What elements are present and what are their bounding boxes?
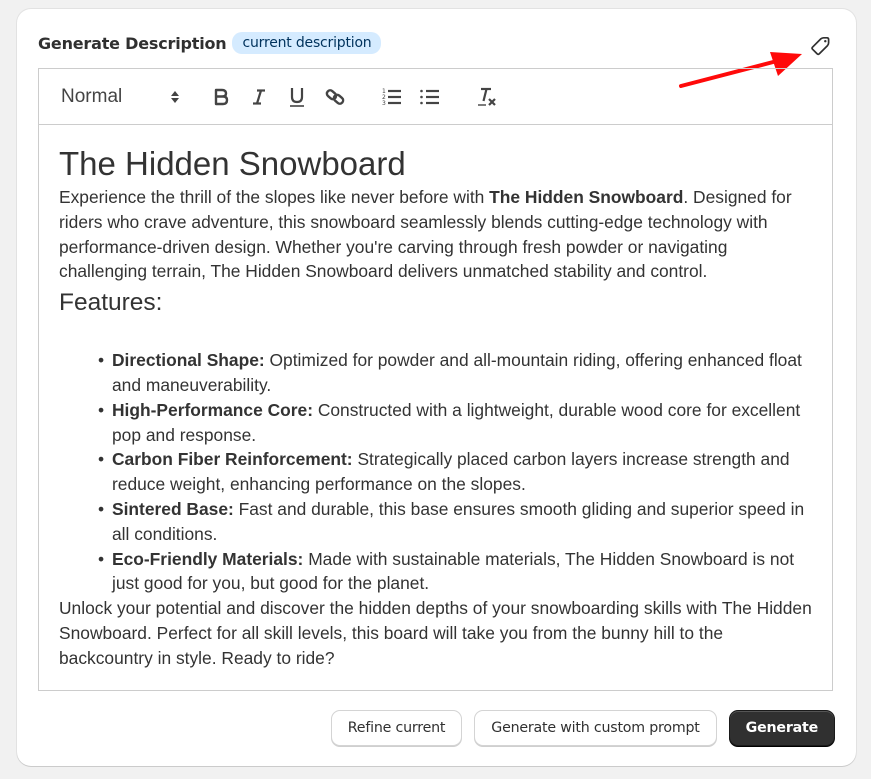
ordered-list-button[interactable]: 1 2 3 [380, 69, 404, 124]
underline-icon [290, 87, 304, 107]
editor-toolbar: Normal 1 2 3 [39, 69, 832, 125]
features-list: • Directional Shape: Optimized for powder… [59, 348, 812, 596]
format-select-value: Normal [61, 85, 123, 107]
features-heading: Features: [59, 289, 163, 317]
feature-label: Sintered Base: [112, 498, 234, 519]
link-button[interactable] [323, 69, 347, 124]
generate-custom-prompt-button[interactable]: Generate with custom prompt [474, 710, 717, 746]
bullet-list-icon [420, 89, 439, 104]
format-select[interactable]: Normal [61, 69, 181, 124]
feature-label: Directional Shape: [112, 350, 265, 371]
select-arrows-icon [171, 90, 179, 103]
bullet-icon: • [98, 350, 105, 371]
refine-current-button[interactable]: Refine current [330, 710, 463, 746]
bullet-icon: • [98, 399, 105, 420]
current-description-badge: current description [232, 32, 382, 54]
italic-icon [253, 88, 265, 105]
link-icon [325, 88, 345, 105]
intro-text: Experience the thrill of the slopes like… [59, 187, 490, 207]
bold-icon [214, 88, 229, 105]
product-heading: The Hidden Snowboard [59, 145, 406, 182]
intro-bold-text: The Hidden Snowboard [489, 187, 684, 207]
ordered-list-icon: 1 2 3 [382, 88, 401, 107]
bullet-icon: • [98, 548, 105, 569]
card-title: Generate Description [38, 33, 227, 53]
feature-item: • Eco-Friendly Materials: Made with susta… [98, 547, 812, 597]
feature-label: Eco-Friendly Materials: [112, 548, 304, 569]
intro-paragraph: Experience the thrill of the slopes like… [59, 185, 812, 284]
generate-button[interactable]: Generate [728, 710, 835, 746]
underline-button[interactable] [285, 69, 309, 124]
feature-label: Carbon Fiber Reinforcement: [112, 449, 353, 470]
bullet-icon: • [98, 449, 105, 470]
tag-icon [811, 36, 830, 56]
feature-item: • Carbon Fiber Reinforcement: Strategical… [98, 447, 812, 497]
bullet-list-button[interactable] [418, 69, 442, 124]
card-header: Generate Description current description [38, 32, 382, 54]
feature-label: High-Performance Core: [112, 399, 313, 420]
clear-formatting-button[interactable] [476, 69, 500, 124]
bold-button[interactable] [209, 69, 233, 124]
outro-paragraph: Unlock your potential and discover the h… [59, 598, 812, 668]
italic-button[interactable] [247, 69, 271, 124]
svg-text:3: 3 [382, 100, 386, 107]
feature-item: • Directional Shape: Optimized for powder… [98, 348, 812, 398]
editor-content[interactable]: The Hidden Snowboard Experience the thri… [39, 125, 832, 671]
tag-button[interactable] [809, 33, 833, 57]
generate-description-card: Generate Description current description… [17, 9, 856, 766]
bullet-icon: • [98, 498, 105, 519]
clear-formatting-icon [478, 87, 496, 106]
feature-item: • Sintered Base: Fast and durable, this b… [98, 497, 812, 547]
action-buttons: Refine current Generate with custom prom… [330, 710, 835, 746]
feature-item: • High-Performance Core: Constructed with… [98, 398, 812, 448]
rich-text-editor: Normal 1 2 3 The Hidden Snowboard Experi… [38, 68, 833, 691]
